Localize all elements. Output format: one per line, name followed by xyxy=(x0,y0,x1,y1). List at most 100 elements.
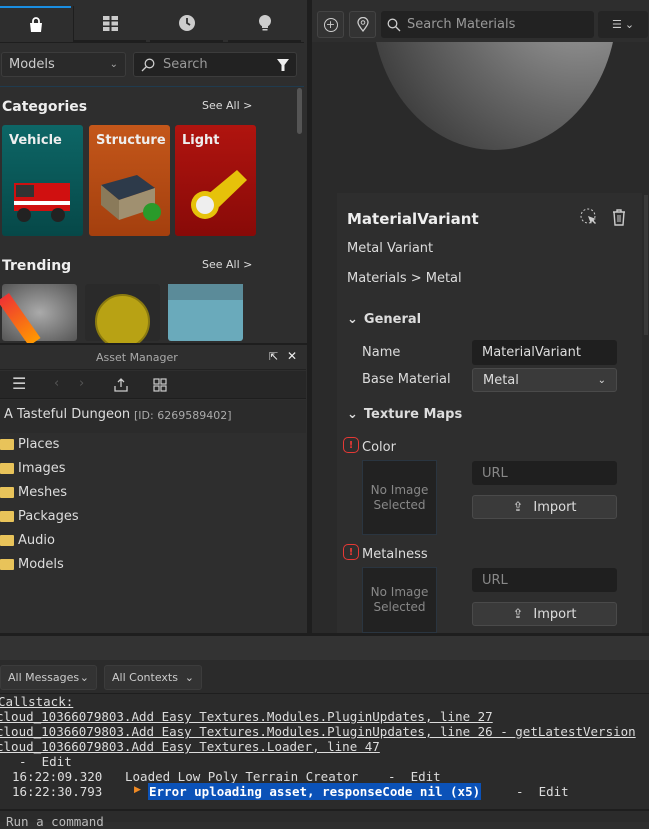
chevron-down-icon: ⌄ xyxy=(184,671,194,684)
forward-icon[interactable]: › xyxy=(79,376,84,391)
folder-images-icon xyxy=(0,463,14,474)
base-material-dropdown[interactable]: Metal ⌄ xyxy=(472,368,617,392)
metalness-map-preview: No Image Selected xyxy=(362,567,437,633)
log-message: Loaded Low Poly Terrain Creator xyxy=(125,769,359,784)
folder-label: Meshes xyxy=(18,485,67,500)
details-scrollbar[interactable] xyxy=(644,195,648,335)
folder-label: Images xyxy=(18,461,66,476)
chevron-down-icon: ⌄ xyxy=(347,407,358,422)
material-manager-panel: + Search Materials ☰ ⌄ MaterialVariant Me… xyxy=(312,0,649,633)
callstack-header[interactable]: Callstack: xyxy=(0,694,73,709)
output-panel: All Messages ⌄ All Contexts ⌄ Callstack: c… xyxy=(0,633,649,829)
trending-see-all-link[interactable]: See All > xyxy=(202,258,252,271)
log-timestamp: 16:22:30.793 xyxy=(12,784,103,799)
lightbulb-icon xyxy=(258,14,271,30)
chevron-down-icon: ⌄ xyxy=(624,18,635,31)
grid-icon xyxy=(102,15,118,31)
categories-heading: Categories xyxy=(2,99,88,115)
chevron-down-icon: ⌄ xyxy=(79,671,89,684)
general-section-header[interactable]: ⌄ General xyxy=(347,312,421,327)
callstack-line[interactable]: cloud_10366079803.Add Easy Textures.Modu… xyxy=(0,709,493,724)
color-map-url-input[interactable]: URL xyxy=(472,461,617,485)
material-path: Materials > Metal xyxy=(347,271,462,286)
search-icon xyxy=(141,58,155,71)
folder-places-icon xyxy=(0,439,14,450)
close-icon[interactable]: ✕ xyxy=(287,349,297,363)
search-icon xyxy=(387,18,401,31)
context-filter-dropdown[interactable]: All Contexts ⌄ xyxy=(104,665,202,690)
select-cursor-icon[interactable] xyxy=(580,208,598,226)
folder-meshes-icon xyxy=(0,487,14,498)
import-label: Import xyxy=(533,499,577,515)
callstack-line[interactable]: cloud_10366079803.Add Easy Textures.Load… xyxy=(0,739,380,754)
trending-item-nametag[interactable] xyxy=(168,284,243,341)
upload-icon: ⇪ xyxy=(512,606,524,622)
flashlight-image xyxy=(191,170,247,219)
callstack-line[interactable]: cloud_10366079803.Add Easy Textures.Modu… xyxy=(0,724,636,739)
folder-packages-icon xyxy=(0,511,14,522)
trending-heading: Trending xyxy=(2,258,72,274)
material-search-input[interactable]: Search Materials xyxy=(381,11,594,38)
expand-arrow-icon[interactable]: ▶ xyxy=(134,785,141,795)
folder-meshes[interactable]: Meshes xyxy=(0,485,67,500)
project-name: A Tasteful Dungeon xyxy=(4,407,131,422)
log-suffix: - Edit xyxy=(516,784,569,799)
menu-icon[interactable]: ☰ xyxy=(12,374,26,393)
folder-places[interactable]: Places xyxy=(0,437,59,452)
folder-audio[interactable]: Audio xyxy=(0,533,55,548)
tab-creations[interactable] xyxy=(228,6,301,42)
category-label: Structure xyxy=(96,133,166,148)
category-card-structure[interactable]: Structure xyxy=(89,125,170,236)
toolbox-scrollbar[interactable] xyxy=(297,88,302,134)
project-id: [ID: 6269589402] xyxy=(134,409,232,422)
message-filter-dropdown[interactable]: All Messages ⌄ xyxy=(0,665,97,690)
chevron-down-icon: ⌄ xyxy=(597,374,606,386)
create-material-button[interactable]: + xyxy=(317,11,344,38)
section-label: General xyxy=(363,312,422,327)
grid-view-icon[interactable] xyxy=(153,378,167,392)
edit-line: - Edit xyxy=(4,754,72,769)
back-icon[interactable]: ‹ xyxy=(54,376,59,391)
category-card-vehicle[interactable]: Vehicle xyxy=(2,125,83,236)
name-label: Name xyxy=(362,345,401,360)
chevron-down-icon: ⌄ xyxy=(347,312,358,327)
folder-models-icon xyxy=(0,559,14,570)
chevron-down-icon: ⌄ xyxy=(109,59,118,70)
tab-inventory[interactable] xyxy=(73,6,146,42)
toolbox-search-input[interactable]: Search xyxy=(133,52,297,77)
tab-recent[interactable] xyxy=(150,6,223,42)
locate-button[interactable] xyxy=(349,11,376,38)
undock-icon[interactable]: ⇱ xyxy=(269,350,278,363)
fire-truck-image xyxy=(14,183,70,222)
location-pin-icon xyxy=(356,17,369,32)
trash-icon[interactable] xyxy=(612,208,626,226)
filter-icon[interactable] xyxy=(277,58,289,71)
folder-label: Places xyxy=(18,437,60,452)
context-filter-value: All Contexts xyxy=(112,671,178,684)
metalness-map-import-button[interactable]: ⇪ Import xyxy=(472,602,617,626)
trending-item-fire-sword[interactable] xyxy=(0,284,77,347)
list-icon: ☰ xyxy=(611,18,622,31)
metalness-map-label: Metalness xyxy=(362,547,428,562)
warning-icon: ! xyxy=(343,544,359,560)
category-dropdown[interactable]: Models ⌄ xyxy=(1,52,126,77)
categories-see-all-link[interactable]: See All > xyxy=(202,99,252,112)
folder-packages[interactable]: Packages xyxy=(0,509,79,524)
material-subtitle: Metal Variant xyxy=(347,241,434,256)
category-card-light[interactable]: Light xyxy=(175,125,256,236)
folder-models[interactable]: Models xyxy=(0,557,64,572)
log-error-message[interactable]: Error uploading asset, responseCode nil … xyxy=(148,783,482,800)
folder-images[interactable]: Images xyxy=(0,461,66,476)
metalness-map-url-input[interactable]: URL xyxy=(472,568,617,592)
tab-marketplace[interactable] xyxy=(0,6,71,42)
color-map-import-button[interactable]: ⇪ Import xyxy=(472,495,617,519)
category-label: Light xyxy=(182,133,220,148)
name-input[interactable]: MaterialVariant xyxy=(472,340,617,365)
upload-icon[interactable] xyxy=(114,378,128,392)
view-mode-dropdown[interactable]: ☰ ⌄ xyxy=(598,11,648,38)
section-label: Texture Maps xyxy=(363,407,463,422)
upload-icon: ⇪ xyxy=(512,499,524,515)
trending-item-coin[interactable] xyxy=(85,284,160,349)
bag-icon xyxy=(29,17,42,32)
texture-maps-section-header[interactable]: ⌄ Texture Maps xyxy=(347,407,462,422)
